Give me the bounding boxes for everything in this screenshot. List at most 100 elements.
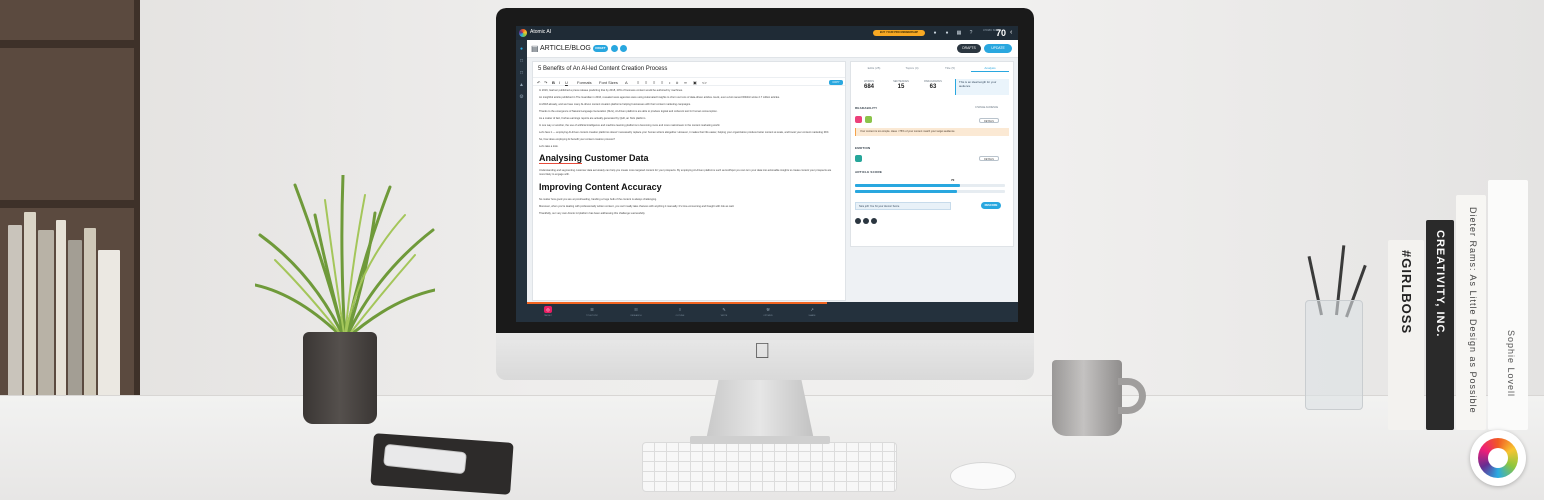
upgrade-button[interactable]: BUY YOUR PRO MEMBERSHIP — [873, 30, 925, 36]
font-size-dropdown[interactable]: Font Sizes — [599, 78, 618, 87]
content-avatar — [865, 116, 872, 123]
imac-foot — [690, 436, 830, 444]
book-spine-title: #GIRLBOSS — [1399, 250, 1414, 335]
paragraph: Thanks to the emergence of Natural Langu… — [539, 109, 718, 113]
workflow-step-research[interactable]: ☷ RESEARCH — [627, 305, 645, 319]
tab-title[interactable]: Title (5) — [933, 65, 967, 71]
paragraph: In 2016, Gartner published a press relea… — [539, 89, 683, 92]
book-spine-title: CREATIVITY, INC. — [1434, 230, 1446, 338]
share-icon[interactable] — [871, 218, 877, 224]
home-icon[interactable]: ● — [518, 46, 525, 53]
document-header: ▤ ARTICLE/BLOG DRAFT DRAFTS UPDATE — [527, 40, 1018, 58]
heading-word: Analysing — [539, 153, 583, 165]
workflow-step-title-topic[interactable]: ☰ TITLE/TOPIC — [583, 305, 601, 319]
tab-analysis[interactable]: Analysis — [971, 65, 1009, 72]
copy-button[interactable]: COPY — [829, 80, 843, 85]
workflow-step-share[interactable]: ↗ SHARE — [803, 305, 821, 319]
bullet-list-icon[interactable]: • — [669, 78, 670, 87]
workflow-step-outline[interactable]: ≡ OUTLINE — [671, 305, 689, 319]
title-icon: ☰ — [590, 307, 594, 312]
workflow-step-label: RESEARCH — [630, 315, 642, 317]
target-score-bar — [855, 190, 1005, 193]
align-left-icon[interactable]: ≡ — [637, 78, 639, 87]
workflow-step-label: WRITE — [720, 315, 728, 317]
app-topbar: Atomic AI BUY YOUR PRO MEMBERSHIP ● ● ▦ … — [516, 26, 1018, 40]
workflow-step-label: SHARE — [808, 315, 816, 317]
text-color-icon[interactable]: A — [625, 78, 628, 87]
app-screen: Atomic AI BUY YOUR PRO MEMBERSHIP ● ● ▦ … — [516, 26, 1018, 322]
rescore-button[interactable]: RESCORE — [981, 202, 1001, 209]
change-audience-link[interactable]: CHANGE AUDIENCE — [975, 106, 998, 110]
drafts-button[interactable]: DRAFTS — [957, 44, 981, 53]
book-spine-author: Sophie Lovell — [1506, 330, 1516, 398]
justify-icon[interactable]: ≡ — [661, 78, 663, 87]
draft-badge[interactable]: DRAFT — [593, 45, 608, 52]
link-icon[interactable]: ∞ — [684, 78, 687, 87]
numbered-list-icon[interactable]: # — [676, 78, 678, 87]
bookshelf — [0, 0, 140, 460]
chart-icon[interactable]: ▲ — [518, 82, 525, 89]
share-icon[interactable] — [863, 218, 869, 224]
chevron-left-icon[interactable]: ‹ — [1010, 28, 1012, 38]
document-icon: ▤ — [531, 44, 539, 53]
article-editor[interactable]: 5 Benefits of An AI-led Content Creation… — [532, 61, 846, 301]
bell-icon[interactable]: ● — [932, 30, 938, 36]
sentences-value: 15 — [897, 84, 905, 90]
imac:  Atomic AI BUY YOUR PRO MEMBERSHIP ● ● … — [496, 8, 1034, 380]
paragraph: Let's take a look. — [539, 144, 559, 148]
emotion-avatar — [855, 155, 862, 162]
heading-rest: Customer Data — [582, 153, 649, 164]
brand-name: Atomic AI — [530, 29, 552, 35]
atomic-score-value: 70 — [996, 28, 1007, 38]
apple-logo-icon:  — [754, 340, 771, 362]
write-icon: ✎ — [722, 307, 726, 312]
folder-icon[interactable]: □ — [518, 70, 525, 77]
apps-icon[interactable]: ▦ — [956, 30, 962, 36]
article-body[interactable]: In 2016, Gartner published a press relea… — [539, 89, 835, 219]
formats-dropdown[interactable]: Formats — [577, 78, 592, 87]
paragraphs-value: 63 — [929, 84, 937, 90]
tab-topics[interactable]: Topics (4) — [895, 65, 929, 71]
article-title-input[interactable]: 5 Benefits of An AI-led Content Creation… — [538, 65, 667, 73]
audience-avatar — [855, 116, 862, 123]
workflow-step-target[interactable]: ◎ TARGET — [539, 305, 557, 319]
image-icon[interactable]: ▣ — [693, 78, 697, 87]
words-label: WORDS — [864, 80, 874, 83]
workflow-step-write[interactable]: ✎ WRITE — [715, 305, 733, 319]
imac-stand — [706, 378, 814, 440]
paragraph: At 2018 already, and we have many AI-dri… — [539, 102, 691, 106]
align-center-icon[interactable]: ≡ — [645, 78, 647, 87]
target-icon: ◎ — [544, 306, 552, 313]
person-icon[interactable]: ● — [944, 30, 950, 36]
paragraph: Moreover, when you're dealing with profe… — [539, 204, 735, 208]
help-icon[interactable]: ? — [968, 30, 974, 36]
redo-icon[interactable]: ↷ — [544, 78, 547, 87]
paragraph: Let's face it — employing AI-driven cont… — [539, 130, 830, 134]
readability-details-button[interactable]: DETAILS — [979, 118, 999, 123]
align-right-icon[interactable]: ≡ — [653, 78, 655, 87]
settings-icon[interactable]: ⚙ — [518, 94, 525, 101]
code-icon[interactable]: <> — [702, 78, 707, 87]
keyboard — [642, 442, 897, 492]
tab-edits[interactable]: Edits (25) — [857, 65, 891, 71]
paragraph: So, how does employing AI benefit your c… — [539, 137, 615, 141]
analysis-panel: Edits (25) Topics (4) Title (5) Analysis… — [850, 61, 1014, 247]
readability-warning: Your content is too simple. Have <75% of… — [855, 128, 1009, 136]
italic-icon[interactable]: I — [559, 78, 560, 87]
document-icon[interactable]: □ — [518, 58, 525, 65]
workflow-step-optimize[interactable]: ⚒ OPTIMIZE — [759, 305, 777, 319]
update-button[interactable]: UPDATE — [984, 44, 1012, 53]
bold-icon[interactable]: B — [552, 78, 555, 87]
undo-icon[interactable]: ↶ — [537, 78, 540, 87]
info-icon[interactable] — [611, 45, 618, 52]
optimize-icon: ⚒ — [766, 307, 770, 312]
underline-icon[interactable]: U — [565, 78, 568, 87]
settings-icon[interactable] — [620, 45, 627, 52]
paragraph: No matter how good you are at proofreadi… — [539, 197, 657, 201]
sentences-label: SENTENCES — [893, 80, 909, 83]
emotion-details-button[interactable]: DETAILS — [979, 156, 999, 161]
share-icon[interactable] — [855, 218, 861, 224]
paragraph: An insightful article published in The G… — [539, 95, 780, 99]
plant-pot — [303, 332, 377, 424]
workflow-step-label: TARGET — [544, 315, 552, 317]
